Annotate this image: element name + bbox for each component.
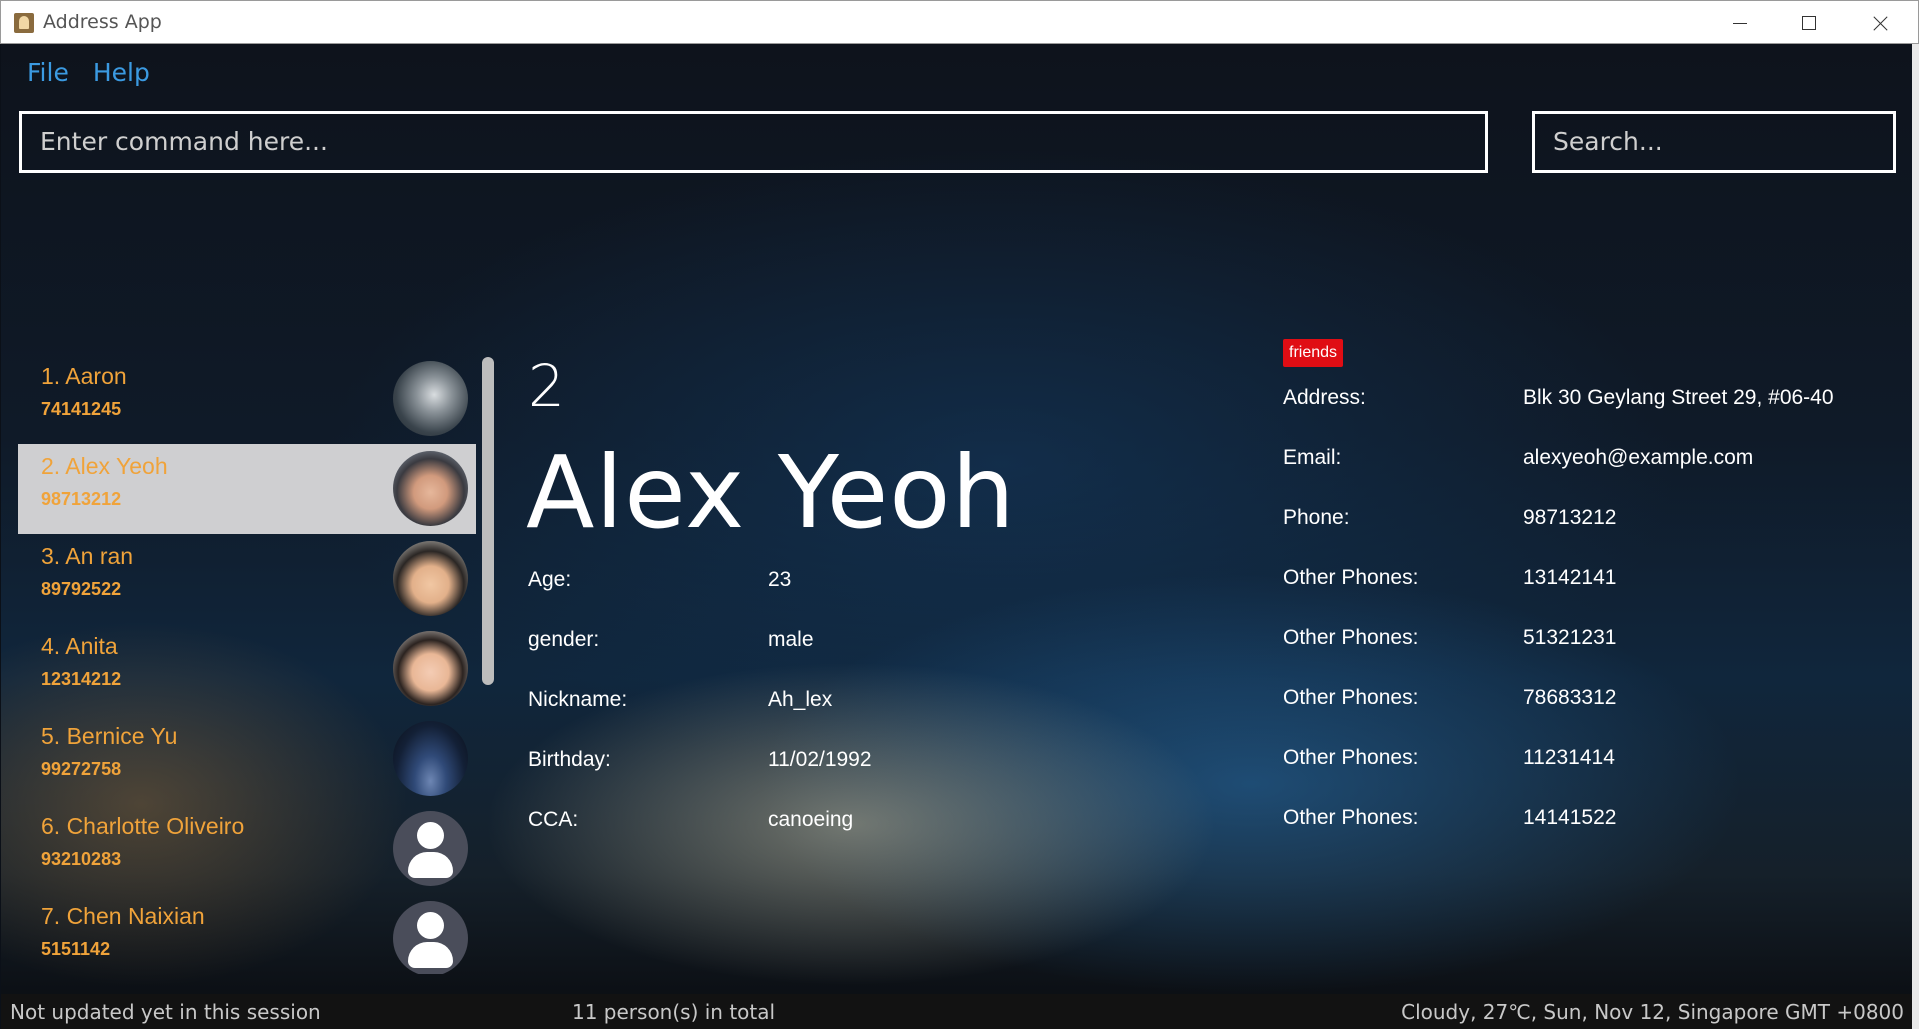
field-value: 13142141 — [1523, 566, 1617, 589]
person-card-5[interactable]: 5. Bernice Yu 99272758 — [18, 714, 476, 804]
avatar — [393, 361, 468, 436]
weather-status: Cloudy, 27℃, Sun, Nov 12, Singapore GMT … — [1401, 1000, 1904, 1024]
avatar — [393, 451, 468, 526]
person-name: 7. Chen Naixian — [41, 903, 205, 929]
search-input[interactable]: Search... — [1532, 111, 1896, 173]
field-value: 23 — [768, 568, 792, 591]
avatar-default-icon — [393, 901, 468, 974]
field-label: Address: — [1283, 386, 1366, 409]
person-name: 3. An ran — [41, 543, 134, 569]
field-value: canoeing — [768, 808, 854, 831]
field-label: Other Phones: — [1283, 806, 1419, 829]
detail-index: 2 — [528, 352, 565, 420]
field-value: Ah_lex — [768, 688, 833, 711]
detail-name: Alex Yeoh — [526, 434, 1016, 551]
person-name: 5. Bernice Yu — [41, 723, 178, 749]
tag-badge: friends — [1283, 339, 1344, 367]
person-card-4[interactable]: 4. Anita 12314212 — [18, 624, 476, 714]
avatar — [393, 631, 468, 706]
field-value: male — [768, 628, 814, 651]
avatar — [393, 541, 468, 616]
field-value: 11/02/1992 — [768, 748, 872, 771]
field-value: alexyeoh@example.com — [1523, 446, 1754, 469]
list-scrollbar[interactable] — [482, 357, 494, 685]
window-title: Address App — [43, 11, 162, 33]
person-phone: 74141245 — [41, 399, 122, 419]
person-phone: 5151142 — [41, 939, 111, 959]
app-icon — [14, 13, 34, 33]
field-value: 78683312 — [1523, 686, 1617, 709]
person-card-2[interactable]: 2. Alex Yeoh 98713212 — [18, 444, 476, 534]
person-name: 1. Aaron — [41, 363, 127, 389]
person-card-6[interactable]: 6. Charlotte Oliveiro 93210283 — [18, 804, 476, 894]
person-list[interactable]: 1. Aaron 74141245 2. Alex Yeoh 98713212 … — [18, 354, 476, 974]
person-card-1[interactable]: 1. Aaron 74141245 — [18, 354, 476, 444]
field-label: Other Phones: — [1283, 746, 1419, 769]
person-phone: 12314212 — [41, 669, 122, 689]
person-count: 11 person(s) in total — [572, 1000, 776, 1024]
field-label: CCA: — [528, 808, 579, 831]
field-label: Age: — [528, 568, 572, 591]
person-phone: 93210283 — [41, 849, 122, 869]
field-label: Other Phones: — [1283, 626, 1419, 649]
command-input[interactable]: Enter command here... — [19, 111, 1488, 173]
menu-help[interactable]: Help — [93, 58, 150, 87]
field-value: 11231414 — [1523, 746, 1615, 769]
field-value: 14141522 — [1523, 806, 1617, 829]
field-label: gender: — [528, 628, 600, 651]
person-phone: 89792522 — [41, 579, 122, 599]
person-name: 4. Anita — [41, 633, 118, 659]
avatar-default-icon — [393, 811, 468, 886]
minimize-icon[interactable] — [1706, 1, 1774, 44]
field-value: 51321231 — [1523, 626, 1617, 649]
sync-status: Not updated yet in this session — [10, 1000, 321, 1024]
person-card-3[interactable]: 3. An ran 89792522 — [18, 534, 476, 624]
person-name: 6. Charlotte Oliveiro — [41, 813, 245, 839]
field-label: Phone: — [1283, 506, 1350, 529]
field-label: Birthday: — [528, 748, 611, 771]
window-edge — [1912, 44, 1919, 1029]
field-label: Email: — [1283, 446, 1342, 469]
field-value: Blk 30 Geylang Street 29, #06-40 — [1523, 386, 1834, 409]
menu-file[interactable]: File — [27, 58, 69, 87]
person-phone: 99272758 — [41, 759, 122, 779]
close-icon[interactable] — [1846, 1, 1914, 44]
maximize-icon[interactable] — [1775, 1, 1843, 44]
field-label: Other Phones: — [1283, 686, 1419, 709]
person-phone: 98713212 — [41, 489, 122, 509]
person-name: 2. Alex Yeoh — [41, 453, 168, 479]
avatar — [393, 721, 468, 796]
person-card-7[interactable]: 7. Chen Naixian 5151142 — [18, 894, 476, 974]
field-label: Other Phones: — [1283, 566, 1419, 589]
field-value: 98713212 — [1523, 506, 1617, 529]
title-bar: Address App — [0, 0, 1919, 44]
menu-bar: File Help — [27, 58, 174, 87]
field-label: Nickname: — [528, 688, 628, 711]
